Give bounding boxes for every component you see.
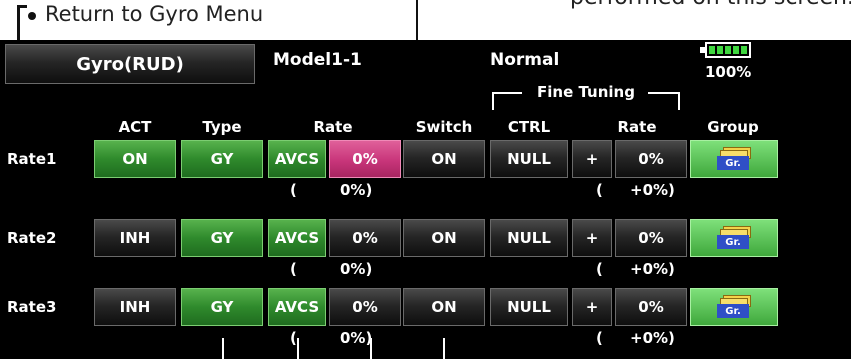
battery-icon bbox=[705, 42, 751, 58]
col-header-switch: Switch bbox=[415, 118, 473, 136]
condition-name: Normal bbox=[490, 50, 560, 70]
sub-fine-value: +0%) bbox=[630, 181, 675, 199]
sub-paren-open: ( bbox=[290, 260, 297, 278]
group-button[interactable]: Gr. bbox=[690, 288, 778, 326]
sub-rate-value: 0%) bbox=[340, 329, 373, 347]
sub-paren-open: ( bbox=[290, 329, 297, 347]
annotation-dot-icon bbox=[28, 12, 36, 20]
sub-paren-open: ( bbox=[290, 181, 297, 199]
sub-rate-value: 0%) bbox=[340, 181, 373, 199]
fine-tuning-line-left bbox=[492, 92, 522, 94]
col-header-fine-rate: Rate bbox=[617, 118, 657, 136]
fine-tuning-line-right bbox=[648, 92, 680, 94]
fine-rate-button[interactable]: 0% bbox=[615, 219, 687, 257]
battery-tip bbox=[700, 47, 705, 53]
annotation-leader-type bbox=[222, 338, 224, 359]
radio-screen: Gyro(RUD) Model1-1 Normal 100% Fine Tuni… bbox=[0, 40, 851, 359]
battery-percent: 100% bbox=[705, 63, 752, 81]
col-header-ctrl: CTRL bbox=[507, 118, 551, 136]
annotation-leader-vertical bbox=[17, 5, 20, 41]
sub-rate-value: 0%) bbox=[340, 260, 373, 278]
switch-button[interactable]: ON bbox=[403, 219, 485, 257]
sub-fine-value: +0%) bbox=[630, 329, 675, 347]
col-header-type: Type bbox=[202, 118, 242, 136]
act-button[interactable]: INH bbox=[94, 219, 176, 257]
annotation-leader-mode bbox=[297, 338, 299, 359]
group-icon: Gr. bbox=[717, 147, 751, 171]
annotation-divider-line bbox=[416, 0, 418, 40]
annotation-leader-switch bbox=[443, 338, 445, 359]
group-button[interactable]: Gr. bbox=[690, 219, 778, 257]
mode-button[interactable]: AVCS bbox=[268, 219, 326, 257]
row-label: Rate2 bbox=[7, 229, 57, 247]
fine-tuning-bracket-left bbox=[492, 92, 494, 110]
group-icon: Gr. bbox=[717, 295, 751, 319]
gyro-menu-button[interactable]: Gyro(RUD) bbox=[5, 44, 255, 84]
fine-rate-button[interactable]: 0% bbox=[615, 288, 687, 326]
mode-button[interactable]: AVCS bbox=[268, 288, 326, 326]
rate-button[interactable]: 0% bbox=[329, 288, 401, 326]
switch-button[interactable]: ON bbox=[403, 288, 485, 326]
group-icon: Gr. bbox=[717, 226, 751, 250]
row-label: Rate3 bbox=[7, 298, 57, 316]
annotation-return-label: Return to Gyro Menu bbox=[45, 2, 264, 26]
col-header-group: Group bbox=[707, 118, 759, 136]
col-header-rate: Rate bbox=[313, 118, 353, 136]
col-header-act: ACT bbox=[118, 118, 152, 136]
sign-button[interactable]: + bbox=[572, 219, 612, 257]
sub-fine-paren-open: ( bbox=[596, 329, 603, 347]
annotation-leader-horizontal bbox=[17, 5, 27, 8]
ctrl-button[interactable]: NULL bbox=[490, 219, 568, 257]
annotation-note-fragment: performed on this screen. bbox=[570, 0, 851, 10]
rate-button[interactable]: 0% bbox=[329, 219, 401, 257]
act-button[interactable]: ON bbox=[94, 140, 176, 178]
sub-fine-value: +0%) bbox=[630, 260, 675, 278]
group-button[interactable]: Gr. bbox=[690, 140, 778, 178]
row-label: Rate1 bbox=[7, 150, 57, 168]
act-button[interactable]: INH bbox=[94, 288, 176, 326]
type-button[interactable]: GY bbox=[181, 140, 263, 178]
fine-tuning-label: Fine Tuning bbox=[537, 83, 635, 101]
ctrl-button[interactable]: NULL bbox=[490, 140, 568, 178]
sign-button[interactable]: + bbox=[572, 140, 612, 178]
fine-tuning-bracket-right bbox=[678, 92, 680, 110]
sign-button[interactable]: + bbox=[572, 288, 612, 326]
annotation-leader-rate bbox=[370, 338, 372, 359]
fine-rate-button[interactable]: 0% bbox=[615, 140, 687, 178]
switch-button[interactable]: ON bbox=[403, 140, 485, 178]
model-name: Model1-1 bbox=[273, 50, 362, 70]
mode-button[interactable]: AVCS bbox=[268, 140, 326, 178]
type-button[interactable]: GY bbox=[181, 288, 263, 326]
sub-fine-paren-open: ( bbox=[596, 260, 603, 278]
sub-fine-paren-open: ( bbox=[596, 181, 603, 199]
rate-button[interactable]: 0% bbox=[329, 140, 401, 178]
type-button[interactable]: GY bbox=[181, 219, 263, 257]
ctrl-button[interactable]: NULL bbox=[490, 288, 568, 326]
